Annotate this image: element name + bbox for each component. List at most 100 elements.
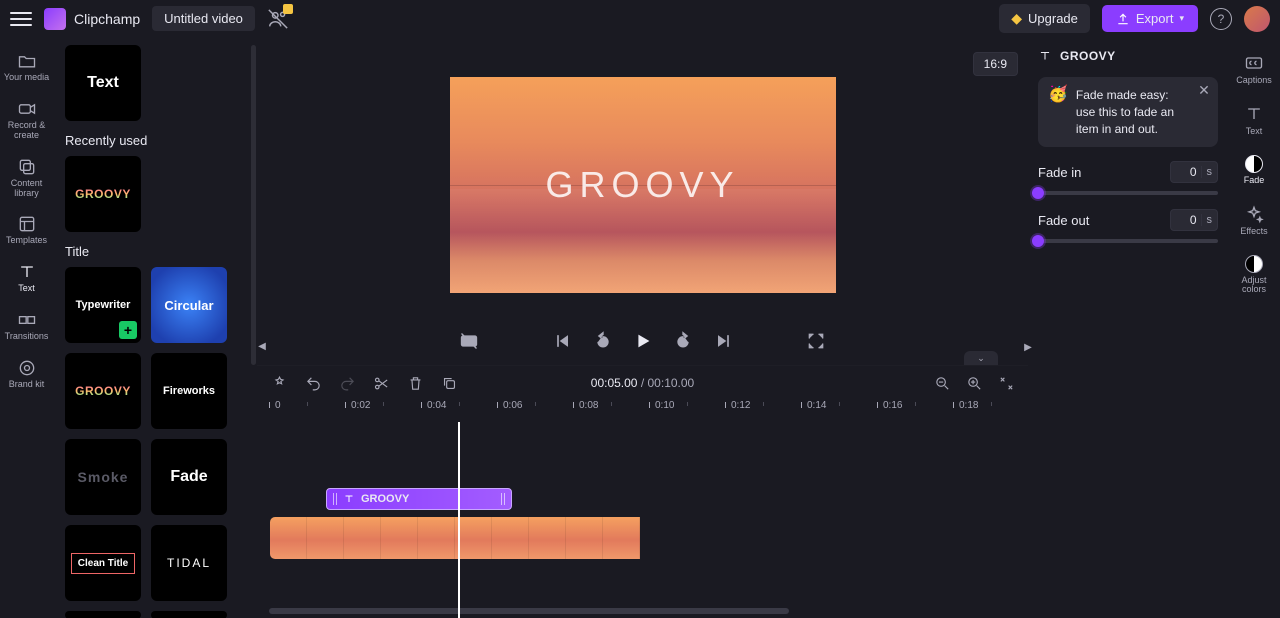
nav-transitions[interactable]: Transitions bbox=[3, 304, 51, 348]
fade-in-control: Fade in s bbox=[1038, 161, 1218, 195]
skip-forward-button[interactable] bbox=[711, 329, 735, 353]
sparkle-icon bbox=[1244, 204, 1264, 224]
tile-plain-text[interactable]: Text bbox=[65, 45, 141, 121]
layers-icon bbox=[17, 157, 37, 177]
closed-captions-off-button[interactable] bbox=[457, 329, 481, 353]
upgrade-button[interactable]: ◆ Upgrade bbox=[999, 4, 1090, 33]
tile-more-2[interactable] bbox=[151, 611, 227, 618]
ruler-tick: 0:12 bbox=[731, 400, 750, 411]
horizontal-scrollbar[interactable] bbox=[269, 608, 789, 614]
rnav-captions[interactable]: Captions bbox=[1231, 47, 1277, 92]
clip-handle-left[interactable] bbox=[333, 493, 337, 505]
seconds-unit: s bbox=[1201, 214, 1218, 226]
nav-text[interactable]: Text bbox=[3, 256, 51, 300]
tile-recent-groovy[interactable]: GROOVY bbox=[65, 156, 141, 232]
upgrade-label: Upgrade bbox=[1028, 11, 1078, 26]
tile-groovy[interactable]: GROOVY bbox=[65, 353, 141, 429]
close-tip-button[interactable]: ✕ bbox=[1196, 83, 1212, 99]
zoom-out-button[interactable] bbox=[932, 373, 952, 393]
playhead[interactable] bbox=[458, 422, 460, 618]
magic-button[interactable] bbox=[269, 373, 289, 393]
tip-card: 🥳 Fade made easy: use this to fade an it… bbox=[1038, 77, 1218, 147]
clip-handle-right[interactable] bbox=[501, 493, 505, 505]
ruler-tick: 0:04 bbox=[427, 400, 446, 411]
brand-icon bbox=[17, 358, 37, 378]
scrollbar[interactable] bbox=[251, 45, 256, 365]
split-button[interactable] bbox=[371, 373, 391, 393]
nav-templates[interactable]: Templates bbox=[3, 208, 51, 252]
tile-fade[interactable]: Fade bbox=[151, 439, 227, 515]
ruler-tick: 0:16 bbox=[883, 400, 902, 411]
skip-back-button[interactable] bbox=[551, 329, 575, 353]
slider-knob[interactable] bbox=[1032, 235, 1044, 247]
fade-in-input[interactable] bbox=[1171, 163, 1201, 181]
preview-text-overlay: GROOVY bbox=[545, 164, 739, 206]
tile-circular[interactable]: Circular bbox=[151, 267, 227, 343]
nav-your-media[interactable]: Your media bbox=[3, 45, 51, 89]
camera-icon bbox=[17, 99, 37, 119]
chevron-down-icon: ▾ bbox=[1179, 13, 1184, 24]
left-sidebar: Your media Record & create Content libra… bbox=[0, 37, 53, 618]
nav-record-create[interactable]: Record & create bbox=[3, 93, 51, 147]
tile-typewriter[interactable]: Typewriter+ bbox=[65, 267, 141, 343]
cc-icon bbox=[1244, 53, 1264, 73]
fullscreen-button[interactable] bbox=[804, 329, 828, 353]
fade-out-slider[interactable] bbox=[1038, 239, 1218, 243]
timeline-toolbar: 00:05.00 / 00:10.00 bbox=[257, 366, 1028, 400]
redo-button[interactable] bbox=[337, 373, 357, 393]
adjust-icon bbox=[1245, 255, 1263, 273]
ruler-tick: 0:02 bbox=[351, 400, 370, 411]
tile-more-1[interactable] bbox=[65, 611, 141, 618]
zoom-fit-button[interactable] bbox=[996, 373, 1016, 393]
zoom-in-button[interactable] bbox=[964, 373, 984, 393]
seek-forward-button[interactable] bbox=[671, 329, 695, 353]
duplicate-button[interactable] bbox=[439, 373, 459, 393]
rnav-text[interactable]: Text bbox=[1231, 98, 1277, 143]
timeline-time: 00:05.00 / 00:10.00 bbox=[591, 376, 694, 390]
rnav-fade[interactable]: Fade bbox=[1231, 149, 1277, 192]
user-avatar[interactable] bbox=[1244, 6, 1270, 32]
export-button[interactable]: Export ▾ bbox=[1102, 5, 1198, 32]
folder-icon bbox=[17, 51, 37, 71]
fade-in-slider[interactable] bbox=[1038, 191, 1218, 195]
tile-tidal[interactable]: TIDAL bbox=[151, 525, 227, 601]
preview-canvas[interactable]: GROOVY bbox=[450, 77, 836, 293]
project-title[interactable]: Untitled video bbox=[152, 6, 255, 31]
seconds-unit: s bbox=[1201, 166, 1218, 178]
logo-icon bbox=[44, 8, 66, 30]
tile-clean-title[interactable]: Clean Title bbox=[65, 525, 141, 601]
undo-button[interactable] bbox=[303, 373, 323, 393]
tile-fireworks[interactable]: Fireworks bbox=[151, 353, 227, 429]
rnav-effects[interactable]: Effects bbox=[1231, 198, 1277, 243]
slider-knob[interactable] bbox=[1032, 187, 1044, 199]
app-logo: Clipchamp bbox=[44, 8, 140, 30]
play-button[interactable] bbox=[631, 329, 655, 353]
nav-content-library[interactable]: Content library bbox=[3, 151, 51, 205]
aspect-ratio-button[interactable]: 16:9 bbox=[973, 52, 1018, 76]
timeline-ruler[interactable]: 00:020:040:060:080:100:120:140:160:18 bbox=[269, 400, 1028, 422]
text-icon bbox=[1244, 104, 1264, 124]
rnav-adjust-colors[interactable]: Adjust colors bbox=[1231, 249, 1277, 302]
timeline: 00:05.00 / 00:10.00 00:020:040:060:080:1… bbox=[257, 365, 1028, 618]
nav-brand-kit[interactable]: Brand kit bbox=[3, 352, 51, 396]
brand-name: Clipchamp bbox=[74, 11, 140, 27]
party-emoji-icon: 🥳 bbox=[1048, 87, 1068, 137]
properties-panel: GROOVY 🥳 Fade made easy: use this to fad… bbox=[1028, 37, 1228, 618]
collapse-timeline-handle[interactable]: ⌄ bbox=[964, 351, 998, 365]
fade-out-control: Fade out s bbox=[1038, 209, 1218, 243]
menu-button[interactable] bbox=[10, 8, 32, 30]
section-recently-used: Recently used bbox=[65, 133, 251, 148]
ruler-tick: 0 bbox=[275, 400, 281, 411]
text-clip[interactable]: GROOVY bbox=[326, 488, 512, 510]
expand-properties-handle[interactable]: ▶ bbox=[1023, 327, 1033, 367]
add-icon[interactable]: + bbox=[119, 321, 137, 339]
seek-back-button[interactable] bbox=[591, 329, 615, 353]
tile-smoke[interactable]: Smoke bbox=[65, 439, 141, 515]
text-icon bbox=[343, 493, 355, 505]
collapse-library-handle[interactable]: ◀ bbox=[257, 326, 267, 366]
help-button[interactable]: ? bbox=[1210, 8, 1232, 30]
fade-out-input[interactable] bbox=[1171, 211, 1201, 229]
collaboration-off-icon[interactable] bbox=[267, 8, 289, 30]
delete-button[interactable] bbox=[405, 373, 425, 393]
timeline-tracks[interactable]: GROOVY bbox=[269, 422, 1028, 618]
